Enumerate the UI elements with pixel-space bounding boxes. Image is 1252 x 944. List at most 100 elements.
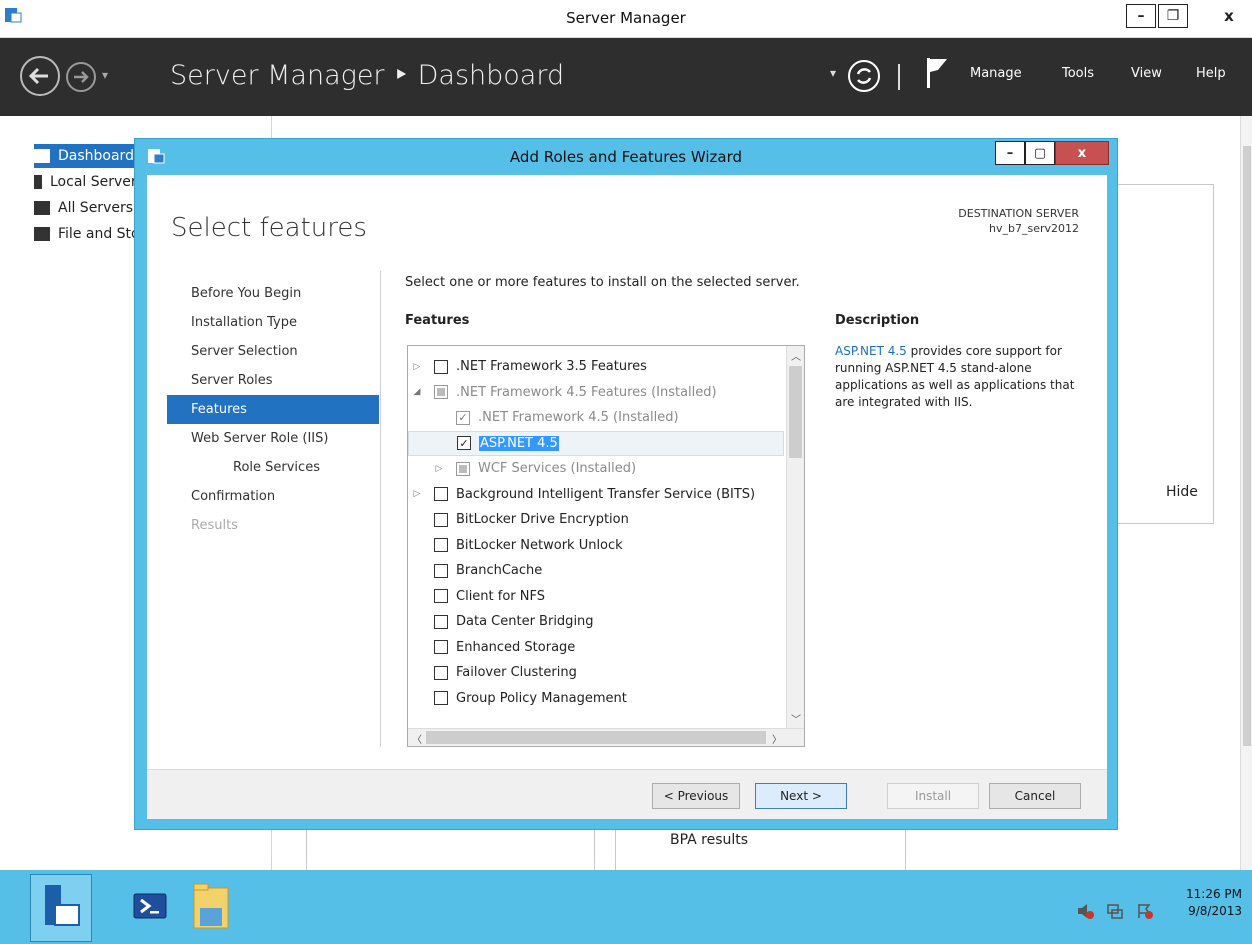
- volume-muted-icon[interactable]: [1076, 902, 1094, 920]
- feature-row[interactable]: BitLocker Network Unlock: [408, 533, 784, 558]
- feature-checkbox[interactable]: [434, 640, 448, 654]
- scroll-right-arrow-icon[interactable]: 〉: [772, 731, 782, 746]
- feature-row[interactable]: BitLocker Drive Encryption: [408, 507, 784, 532]
- feature-row[interactable]: ◢ .NET Framework 4.5 Features (Installed): [408, 380, 784, 405]
- features-hscroll-thumb[interactable]: [426, 731, 766, 744]
- previous-button[interactable]: < Previous: [652, 783, 740, 809]
- features-horizontal-scrollbar[interactable]: 〈 〉: [408, 728, 804, 746]
- features-tree[interactable]: ▷ .NET Framework 3.5 Features ◢ .NET Framew…: [407, 345, 805, 747]
- main-scroll-thumb[interactable]: [1243, 146, 1251, 746]
- feature-checkbox[interactable]: [434, 614, 448, 629]
- features-heading: Features: [405, 313, 470, 328]
- wizard-minimize-button[interactable]: –: [995, 141, 1025, 165]
- feature-row[interactable]: Failover Clustering: [408, 660, 784, 685]
- features-vscroll-thumb[interactable]: [789, 366, 802, 458]
- menu-help[interactable]: Help: [1196, 66, 1226, 81]
- feature-row[interactable]: ▷ Background Intelligent Transfer Service…: [408, 482, 784, 507]
- step-results: Results: [191, 518, 238, 533]
- welcome-tile: [1110, 184, 1214, 524]
- clock-date: 9/8/2013: [1188, 904, 1242, 918]
- destination-server-label: DESTINATION SERVER: [958, 207, 1079, 220]
- feature-label: Group Policy Management: [456, 690, 627, 706]
- feature-row[interactable]: Client for NFS: [408, 584, 784, 609]
- menu-tools[interactable]: Tools: [1062, 66, 1094, 81]
- feature-row[interactable]: ▷ WCF Services (Installed): [408, 456, 784, 481]
- feature-checkbox[interactable]: [434, 512, 448, 527]
- page-title: Select features: [171, 213, 367, 243]
- step-role-services[interactable]: Role Services: [167, 453, 379, 482]
- hide-link[interactable]: Hide: [1166, 484, 1198, 500]
- wizard-maximize-button[interactable]: ▢: [1025, 141, 1055, 165]
- feature-checkbox[interactable]: [434, 691, 448, 705]
- network-icon[interactable]: [1106, 902, 1124, 920]
- feature-row[interactable]: ▷ .NET Framework 3.5 Features: [408, 354, 784, 379]
- taskbar: 11:26 PM 9/8/2013: [0, 870, 1252, 944]
- taskbar-file-explorer[interactable]: [186, 874, 246, 942]
- tree-expander-icon[interactable]: ◢: [410, 387, 424, 397]
- nav-item-local-server[interactable]: Local Server: [34, 170, 137, 194]
- features-vertical-scrollbar[interactable]: ︿ ﹀: [786, 346, 804, 728]
- instruction-text: Select one or more features to install o…: [405, 275, 800, 290]
- step-web-server-role[interactable]: Web Server Role (IIS): [167, 424, 379, 453]
- feature-row[interactable]: ✓ ASP.NET 4.5: [408, 430, 784, 456]
- description-link[interactable]: ASP.NET 4.5: [835, 344, 907, 358]
- refresh-dropdown-icon[interactable]: ▾: [830, 66, 836, 80]
- server-manager-titlebar: Server Manager – ❐ x: [0, 0, 1252, 38]
- taskbar-powershell[interactable]: [120, 874, 180, 942]
- feature-checkbox[interactable]: [434, 538, 448, 552]
- main-vertical-scrollbar[interactable]: [1240, 116, 1252, 870]
- feature-checkbox[interactable]: [434, 359, 448, 374]
- step-installation-type[interactable]: Installation Type: [167, 308, 379, 337]
- feature-label: BranchCache: [456, 563, 543, 578]
- close-button[interactable]: x: [1212, 4, 1246, 28]
- next-button[interactable]: Next >: [755, 783, 847, 809]
- cancel-button[interactable]: Cancel: [989, 783, 1081, 809]
- feature-checkbox[interactable]: [434, 487, 448, 501]
- tree-expander-icon[interactable]: ▷: [410, 362, 424, 372]
- server-icon: [34, 175, 42, 189]
- taskbar-server-manager[interactable]: [30, 874, 92, 942]
- window-title: Server Manager: [566, 9, 686, 27]
- feature-checkbox[interactable]: [434, 665, 448, 680]
- step-confirmation[interactable]: Confirmation: [167, 482, 379, 511]
- feature-row[interactable]: Enhanced Storage: [408, 635, 784, 660]
- menu-view[interactable]: View: [1131, 66, 1162, 81]
- menu-manage[interactable]: Manage: [970, 66, 1022, 81]
- step-server-roles[interactable]: Server Roles: [167, 366, 379, 395]
- nav-item-all-servers[interactable]: All Servers: [34, 196, 133, 220]
- feature-row[interactable]: ✓ .NET Framework 4.5 (Installed): [408, 405, 784, 430]
- scroll-up-arrow-icon[interactable]: ︿: [791, 348, 801, 363]
- system-clock[interactable]: 11:26 PM 9/8/2013: [1186, 886, 1242, 920]
- folder-icon: [193, 883, 229, 929]
- feature-checkbox[interactable]: [434, 563, 448, 578]
- step-features[interactable]: Features: [167, 395, 379, 424]
- feature-label: Data Center Bridging: [456, 614, 594, 629]
- bpa-results-label: BPA results: [670, 832, 749, 848]
- refresh-icon[interactable]: [848, 60, 880, 92]
- feature-checkbox: [434, 385, 448, 399]
- feature-row[interactable]: BranchCache: [408, 558, 784, 583]
- history-dropdown-icon[interactable]: ▾: [102, 68, 108, 82]
- feature-row[interactable]: Group Policy Management: [408, 686, 784, 711]
- action-center-flag-icon[interactable]: [1136, 902, 1154, 920]
- step-before-you-begin[interactable]: Before You Begin: [167, 279, 379, 308]
- tree-expander-icon[interactable]: ▷: [410, 489, 424, 499]
- wizard-title: Add Roles and Features Wizard: [509, 148, 743, 166]
- feature-row[interactable]: Data Center Bridging: [408, 609, 784, 634]
- feature-checkbox[interactable]: [434, 589, 448, 603]
- forward-arrow-icon[interactable]: [66, 62, 96, 92]
- step-server-selection[interactable]: Server Selection: [167, 337, 379, 366]
- scroll-down-arrow-icon[interactable]: ﹀: [791, 711, 801, 726]
- restore-button[interactable]: ❐: [1158, 4, 1188, 28]
- wizard-footer: < Previous Next > Install Cancel: [147, 769, 1107, 819]
- feature-label: Client for NFS: [456, 588, 546, 604]
- wizard-close-button[interactable]: x: [1055, 141, 1109, 165]
- tree-expander-icon[interactable]: ▷: [432, 464, 446, 474]
- feature-checkbox[interactable]: ✓: [457, 436, 471, 450]
- wizard-body: Select features DESTINATION SERVER hv_b7…: [147, 175, 1107, 769]
- description-heading: Description: [835, 313, 920, 328]
- minimize-button[interactable]: –: [1126, 4, 1156, 28]
- notifications-flag-icon[interactable]: [926, 58, 948, 88]
- back-arrow-icon[interactable]: [20, 56, 60, 96]
- scroll-left-arrow-icon[interactable]: 〈: [412, 731, 422, 746]
